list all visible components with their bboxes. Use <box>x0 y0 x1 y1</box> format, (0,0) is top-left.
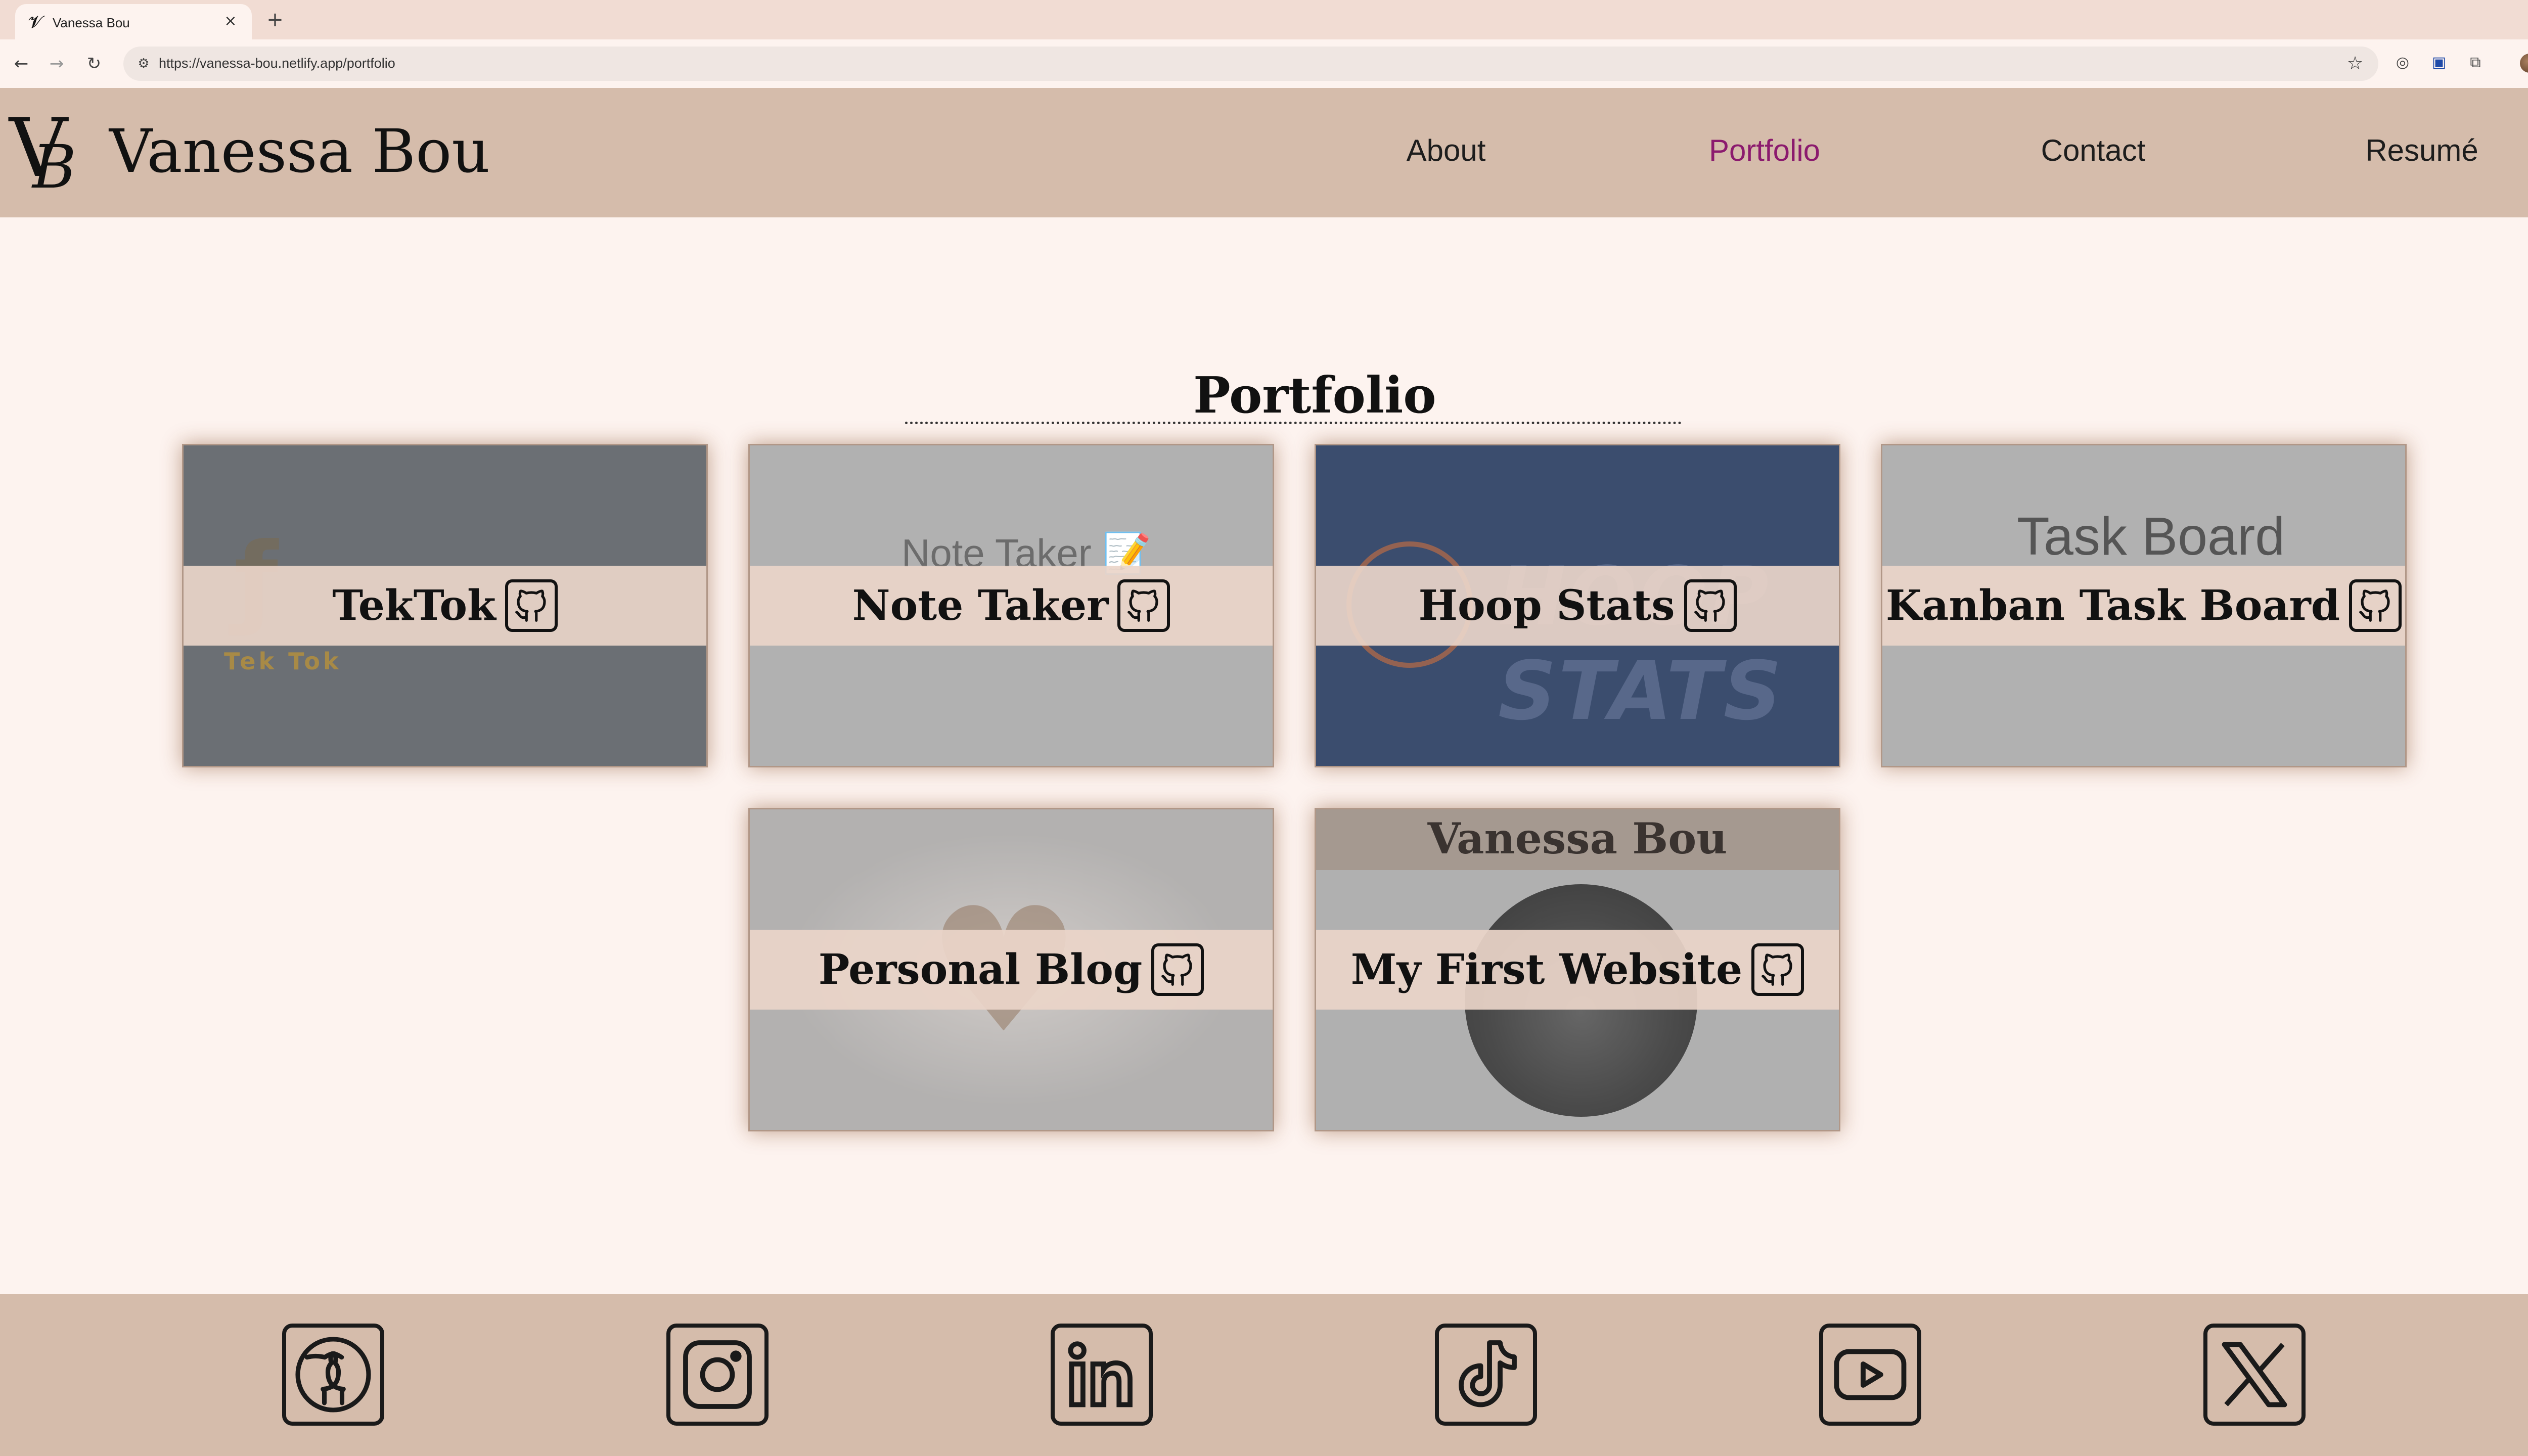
extension-blue-icon[interactable]: ▣ <box>2427 51 2451 75</box>
instagram-icon[interactable] <box>666 1324 769 1426</box>
card-title-band: My First Website <box>1316 930 1839 1010</box>
title-divider <box>905 422 1682 424</box>
linkedin-icon[interactable] <box>1051 1324 1153 1426</box>
nav-portfolio[interactable]: Portfolio <box>1694 130 1835 171</box>
project-title: My First Website <box>1350 945 1743 994</box>
bookmark-star-icon[interactable]: ☆ <box>2344 53 2366 75</box>
site-name[interactable]: Vanessa Bou <box>109 113 490 189</box>
forward-button[interactable]: → <box>43 51 70 77</box>
logo-monogram[interactable]: V B <box>9 108 95 202</box>
project-card-note-taker[interactable]: Note Taker 📝 Note Taker <box>748 444 1274 767</box>
nav-contact[interactable]: Contact <box>2027 130 2159 171</box>
back-button[interactable]: ← <box>8 51 34 77</box>
project-title: Personal Blog <box>818 945 1143 994</box>
github-icon[interactable] <box>1151 943 1204 996</box>
x-icon[interactable] <box>2203 1324 2306 1426</box>
page-title: Portfolio <box>1193 367 1436 425</box>
nav-resume[interactable]: Resumé <box>2351 130 2493 171</box>
card-title-band: Kanban Task Board <box>1882 566 2405 646</box>
project-card-hoop-stats[interactable]: HOOP STATS Hoop Stats <box>1315 444 1840 767</box>
project-card-first-website[interactable]: Vanessa Bou My First Website <box>1315 808 1840 1131</box>
site-footer <box>0 1294 2528 1456</box>
youtube-icon[interactable] <box>1819 1324 1921 1426</box>
project-card-tektok[interactable]: ƒ Tek Tok TekTok <box>182 444 708 767</box>
site-header: V B Vanessa Bou About Portfolio Contact … <box>0 88 2528 217</box>
github-icon[interactable] <box>282 1324 384 1426</box>
project-title: Kanban Task Board <box>1885 581 2340 630</box>
extensions-puzzle-icon[interactable]: ⧉ <box>2463 51 2488 75</box>
github-icon[interactable] <box>1117 579 1170 632</box>
browser-tab-bar: 𝓥 Vanessa Bou × + ⌄ <box>0 0 2528 39</box>
reload-button[interactable]: ↻ <box>81 51 107 77</box>
tiktok-icon[interactable] <box>1435 1324 1537 1426</box>
close-tab-icon[interactable]: × <box>220 11 241 31</box>
favicon-icon: 𝓥 <box>28 12 43 32</box>
project-title: Hoop Stats <box>1418 581 1675 630</box>
project-title: Note Taker <box>852 581 1109 630</box>
logo-letter-b: B <box>32 132 76 202</box>
card-title-band: Note Taker <box>750 566 1273 646</box>
extension-icon[interactable]: ◎ <box>2390 51 2415 75</box>
github-icon[interactable] <box>1751 943 1804 996</box>
browser-toolbar: ← → ↻ ⚙ https://vanessa-bou.netlify.app/… <box>0 39 2528 88</box>
thumb-text: Tek Tok <box>224 648 342 675</box>
thumb-text: Vanessa Bou <box>1427 813 1728 863</box>
new-tab-button[interactable]: + <box>263 8 287 32</box>
project-card-personal-blog[interactable]: ♥ Personal Blog <box>748 808 1274 1131</box>
github-icon[interactable] <box>1684 579 1737 632</box>
github-icon[interactable] <box>2349 579 2402 632</box>
url-text[interactable]: https://vanessa-bou.netlify.app/portfoli… <box>159 56 395 71</box>
address-bar[interactable]: ⚙ https://vanessa-bou.netlify.app/portfo… <box>123 47 2378 81</box>
nav-about[interactable]: About <box>1375 130 1517 171</box>
project-card-kanban[interactable]: Task Board Kanban Task Board <box>1881 444 2407 767</box>
project-title: TekTok <box>332 581 496 630</box>
site-info-icon[interactable]: ⚙ <box>133 54 154 74</box>
card-title-band: TekTok <box>184 566 706 646</box>
tab-title: Vanessa Bou <box>53 15 130 30</box>
card-title-band: Hoop Stats <box>1316 566 1839 646</box>
card-title-band: Personal Blog <box>750 930 1273 1010</box>
thumb-text: Task Board <box>2017 507 2285 566</box>
browser-tab[interactable]: 𝓥 Vanessa Bou × <box>15 4 252 39</box>
github-icon[interactable] <box>505 579 558 632</box>
